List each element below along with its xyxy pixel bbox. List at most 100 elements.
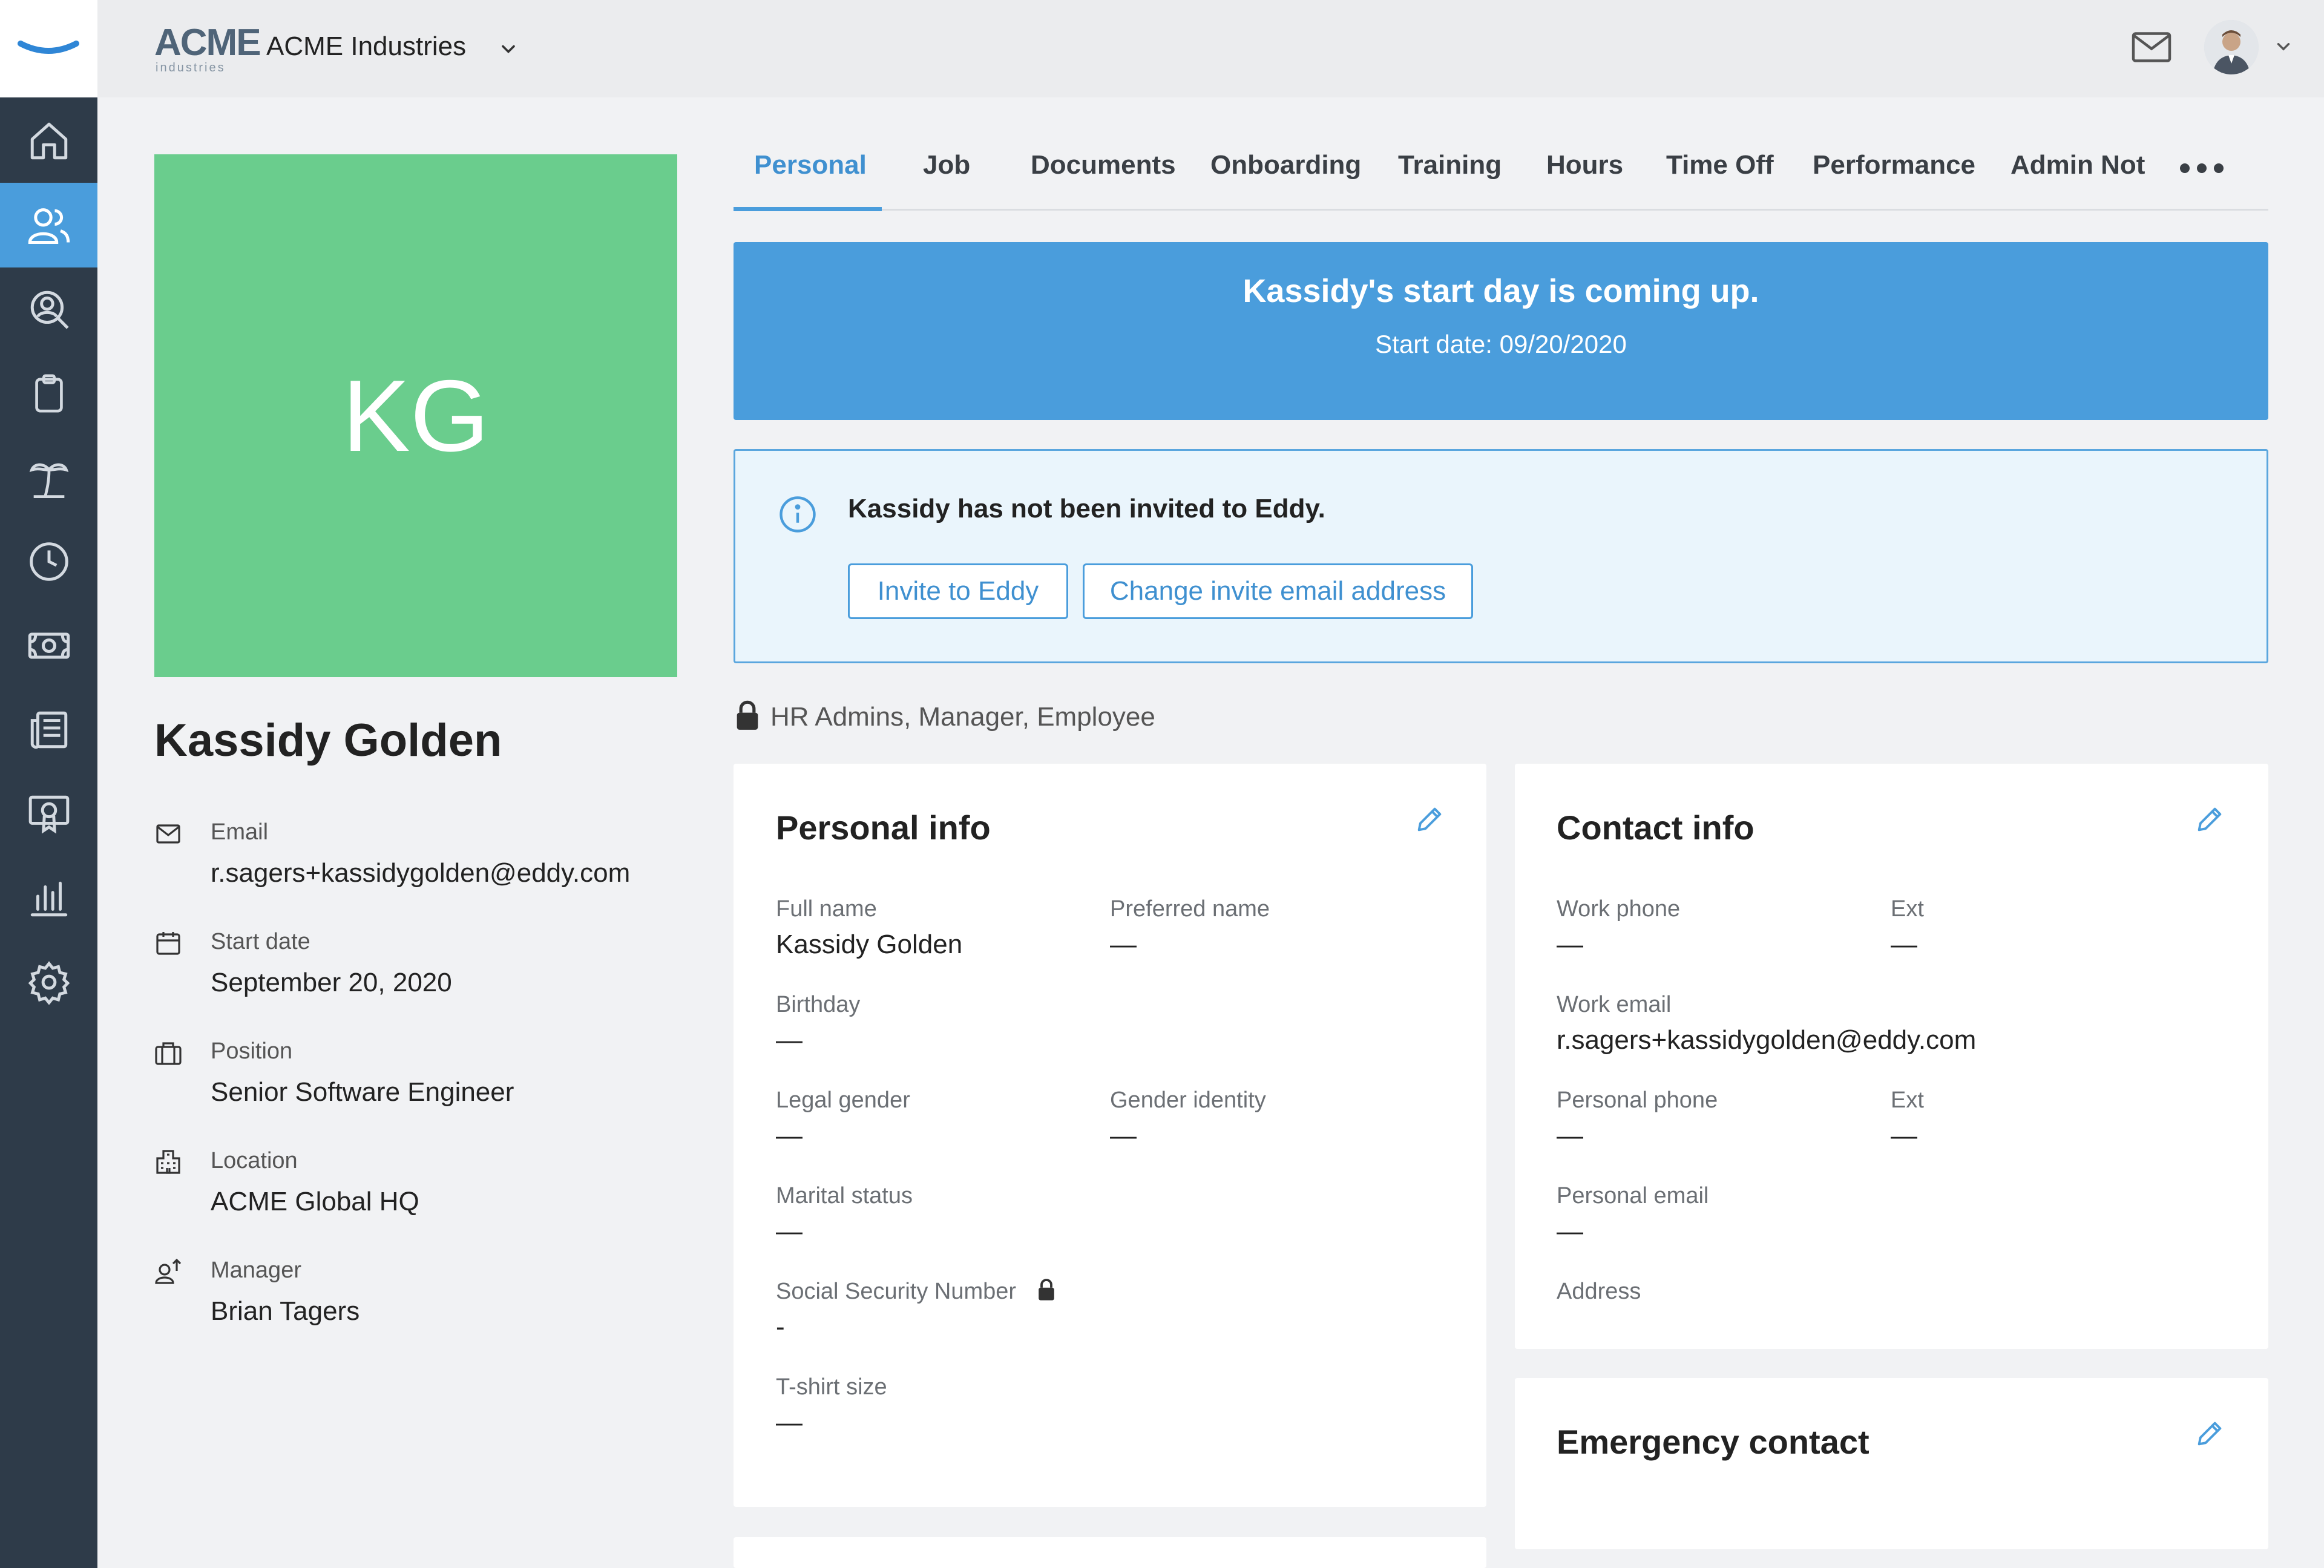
- building-icon: [156, 1150, 180, 1174]
- pencil-icon[interactable]: [2194, 1418, 2225, 1449]
- next-card: [734, 1537, 1486, 1568]
- legal-gender-label: Legal gender: [776, 1087, 910, 1113]
- tab-personal[interactable]: Personal: [754, 150, 867, 180]
- sidebar-item-time-off[interactable]: [0, 435, 97, 520]
- emergency-contact-card: [1515, 1378, 2268, 1549]
- chevron-down-icon: [502, 45, 515, 54]
- profile-email: r.sagers+kassidygolden@eddy.com: [211, 858, 631, 888]
- birthday-value: —: [776, 1025, 803, 1055]
- company-logo-text: ACME: [154, 22, 261, 64]
- personal-email-value: —: [1557, 1216, 1583, 1246]
- full-name-label: Full name: [776, 896, 877, 922]
- company-switcher[interactable]: ACME Industries: [266, 31, 519, 62]
- calendar-icon: [156, 932, 180, 955]
- sidebar-item-reports-docs[interactable]: [0, 687, 97, 772]
- sidebar-item-hours[interactable]: [0, 519, 97, 604]
- visibility-permissions: HR Admins, Manager, Employee: [770, 702, 1155, 732]
- home-icon: [30, 122, 67, 160]
- tab-onboarding[interactable]: Onboarding: [1210, 150, 1361, 180]
- invite-notice: [734, 449, 2268, 663]
- app-logo[interactable]: [0, 0, 97, 97]
- certificate-icon: [28, 795, 69, 834]
- marital-status-value: —: [776, 1216, 803, 1246]
- gender-identity-value: —: [1110, 1121, 1137, 1150]
- tab-documents[interactable]: Documents: [1031, 150, 1176, 180]
- briefcase-icon: [155, 1042, 182, 1065]
- start-date-label: Start date: [211, 929, 310, 954]
- app-logo-icon: [18, 41, 79, 54]
- sidebar-item-people[interactable]: [0, 183, 97, 267]
- invite-message: Kassidy has not been invited to Eddy.: [848, 494, 1325, 523]
- personal-ext-value: —: [1891, 1121, 1917, 1150]
- company-logo: ACME industries: [154, 22, 261, 75]
- sidebar-item-recruiting[interactable]: [0, 267, 97, 352]
- profile-position: Senior Software Engineer: [211, 1077, 514, 1107]
- user-photo-icon: [2204, 20, 2259, 74]
- company-logo-subtext: industries: [156, 61, 226, 74]
- clipboard-icon: [34, 374, 63, 413]
- personal-phone-label: Personal phone: [1557, 1087, 1718, 1113]
- position-label: Position: [211, 1038, 293, 1064]
- pencil-icon[interactable]: [1414, 804, 1445, 835]
- active-tab-indicator: [734, 207, 882, 211]
- sidebar-item-reports[interactable]: [0, 856, 97, 940]
- marital-status-label: Marital status: [776, 1183, 913, 1209]
- emergency-contact-title: Emergency contact: [1557, 1423, 1869, 1461]
- sidebar-item-payroll[interactable]: [0, 603, 97, 688]
- palm-tree-icon: [29, 463, 68, 499]
- profile-avatar: KG: [154, 154, 677, 677]
- user-avatar[interactable]: [2204, 20, 2259, 74]
- pencil-icon[interactable]: [2194, 804, 2225, 835]
- sidebar-item-settings[interactable]: [0, 940, 97, 1025]
- work-phone-label: Work phone: [1557, 896, 1681, 922]
- ssn-value: -: [776, 1312, 785, 1342]
- full-name-value: Kassidy Golden: [776, 930, 963, 959]
- clock-icon: [29, 542, 68, 581]
- news-icon: [30, 711, 67, 749]
- contact-info-title: Contact info: [1557, 809, 1754, 847]
- manager-label: Manager: [211, 1258, 301, 1283]
- sidebar-item-home[interactable]: [0, 99, 97, 183]
- invite-to-eddy-button[interactable]: Invite to Eddy: [848, 563, 1068, 619]
- user-menu-button[interactable]: [2273, 36, 2294, 57]
- envelope-icon: [156, 824, 180, 844]
- gear-icon: [28, 961, 70, 1005]
- mail-icon: [2132, 32, 2171, 62]
- messages-button[interactable]: [2130, 29, 2173, 65]
- profile-location: ACME Global HQ: [211, 1187, 419, 1216]
- tab-job[interactable]: Job: [923, 150, 970, 180]
- tab-training[interactable]: Training: [1398, 150, 1502, 180]
- personal-info-title: Personal info: [776, 809, 991, 847]
- ssn-label: Social Security Number: [776, 1279, 1017, 1304]
- address-label: Address: [1557, 1279, 1641, 1304]
- more-dots-icon: [2180, 163, 2224, 173]
- work-ext-value: —: [1891, 930, 1917, 959]
- lock-icon: [737, 700, 758, 730]
- more-tabs-button[interactable]: [2178, 159, 2226, 177]
- start-day-date: Start date: 09/20/2020: [1375, 330, 1627, 358]
- work-ext-label: Ext: [1891, 896, 1924, 922]
- start-day-title: Kassidy's start day is coming up.: [1242, 273, 1759, 309]
- sidebar: [0, 0, 97, 1568]
- gender-identity-label: Gender identity: [1110, 1087, 1266, 1113]
- profile-manager: Brian Tagers: [211, 1296, 360, 1326]
- change-invite-email-button[interactable]: Change invite email address: [1083, 563, 1473, 619]
- sidebar-item-tasks[interactable]: [0, 351, 97, 436]
- preferred-name-label: Preferred name: [1110, 896, 1270, 922]
- lock-icon: [1039, 1279, 1054, 1301]
- tab-hours[interactable]: Hours: [1546, 150, 1623, 180]
- person-search-icon: [30, 290, 69, 329]
- personal-phone-value: —: [1557, 1121, 1583, 1150]
- email-label: Email: [211, 819, 269, 845]
- profile-start-date: September 20, 2020: [211, 968, 452, 997]
- tab-admin-notes[interactable]: Admin Not: [2011, 150, 2145, 180]
- work-email-label: Work email: [1557, 992, 1672, 1017]
- tab-time-off[interactable]: Time Off: [1666, 150, 1774, 180]
- legal-gender-value: —: [776, 1121, 803, 1150]
- bar-chart-icon: [30, 881, 67, 917]
- tab-performance[interactable]: Performance: [1813, 150, 1975, 180]
- work-email-value: r.sagers+kassidygolden@eddy.com: [1557, 1025, 1977, 1055]
- sidebar-item-training[interactable]: [0, 772, 97, 856]
- location-label: Location: [211, 1148, 298, 1173]
- money-icon: [28, 632, 70, 659]
